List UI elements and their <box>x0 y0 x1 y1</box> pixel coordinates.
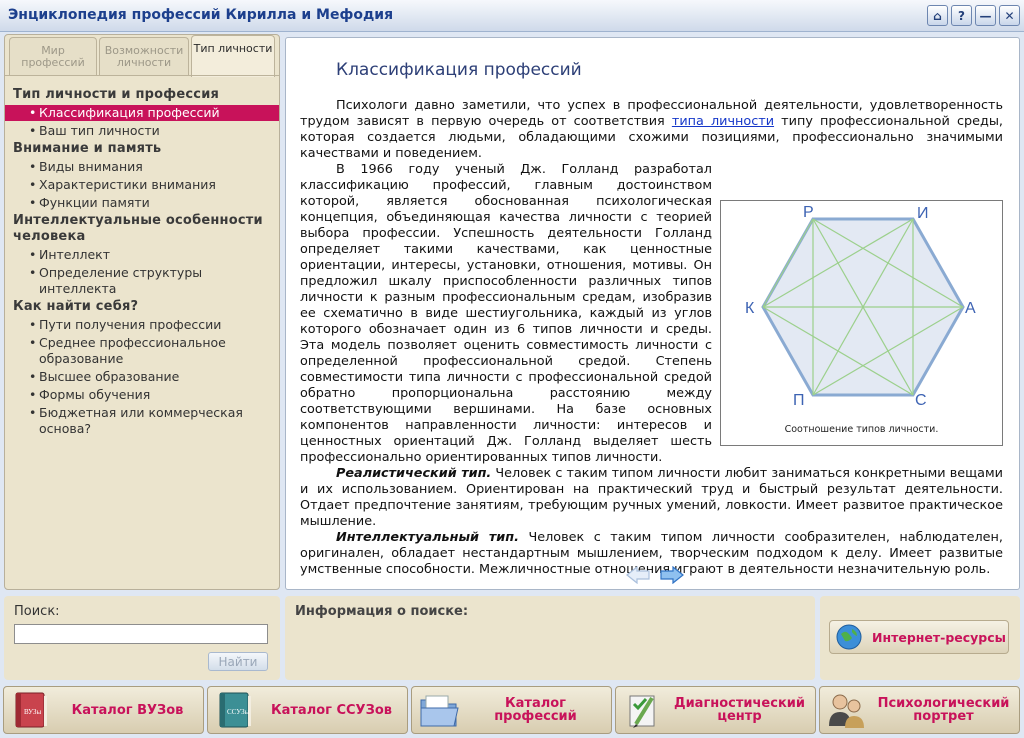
realistic-type-heading: Реалистический тип. <box>336 466 492 481</box>
psych-portrait-label: Психологический портрет <box>877 696 1010 724</box>
bottom-toolbar: ВУЗы Каталог ВУЗов ССУЗы Каталог ССУЗов … <box>0 684 1024 738</box>
personality-type-link[interactable]: типа личности <box>672 114 774 129</box>
arrow-right-icon[interactable] <box>660 566 684 584</box>
people-icon <box>829 694 864 728</box>
paragraph-1: Психологи давно заметили, что успех в пр… <box>300 98 1003 162</box>
search-info-title: Информация о поиске: <box>295 604 469 619</box>
minimize-button[interactable]: — <box>975 5 996 26</box>
book-red-icon: ВУЗы <box>15 692 47 728</box>
colleges-catalog-label: Каталог ССУЗов <box>271 702 392 718</box>
arrow-left-icon[interactable] <box>626 566 650 584</box>
colleges-catalog-button[interactable]: ССУЗы Каталог ССУЗов <box>207 686 408 734</box>
vertex-label-s: С <box>915 392 927 409</box>
internet-panel: Интернет-ресурсы <box>820 596 1020 680</box>
professions-catalog-button[interactable]: Каталог профессий <box>411 686 612 734</box>
internet-resources-label: Интернет-ресурсы <box>872 629 1006 645</box>
close-button[interactable]: ✕ <box>999 5 1020 26</box>
vertex-label-k: К <box>745 300 755 317</box>
nav-item-budget[interactable]: Бюджетная или коммерческая основа? <box>5 405 279 437</box>
globe-icon <box>836 624 862 650</box>
psych-portrait-button[interactable]: Психологический портрет <box>819 686 1020 734</box>
figure-caption: Соотношение типов личности. <box>784 424 939 435</box>
sidebar-tabs: Мир профессий Возможности личности Тип л… <box>5 35 279 77</box>
folder-icon <box>420 695 459 727</box>
nav-item-ways[interactable]: Пути получения профессии <box>5 317 279 333</box>
vertex-label-p: П <box>793 392 805 409</box>
home-button[interactable]: ⌂ <box>927 5 948 26</box>
page-navigation <box>626 566 684 584</box>
professions-catalog-label: Каталог профессий <box>494 696 577 724</box>
article-body: Психологи давно заметили, что успех в пр… <box>300 98 1003 578</box>
tab-professions-world[interactable]: Мир профессий <box>9 37 97 75</box>
nav-item-memory-functions[interactable]: Функции памяти <box>5 195 279 211</box>
tab-personality-abilities[interactable]: Возможности личности <box>99 37 189 75</box>
nav-item-intellect-structure[interactable]: Определение структуры интеллекта <box>5 265 279 297</box>
nav-group-attention: Внимание и память <box>13 141 162 156</box>
checklist-icon <box>629 695 655 728</box>
nav-group-find-yourself: Как найти себя? <box>13 299 139 314</box>
search-input[interactable] <box>14 624 268 644</box>
svg-text:ССУЗы: ССУЗы <box>227 708 250 716</box>
search-label: Поиск: <box>14 604 60 619</box>
diagnostic-center-button[interactable]: Диагностический центр <box>615 686 816 734</box>
search-button[interactable]: Найти <box>208 652 268 671</box>
nav-item-study-forms[interactable]: Формы обучения <box>5 387 279 403</box>
nav-item-secondary-edu[interactable]: Среднее профессиональное образование <box>5 335 279 367</box>
search-info-panel: Информация о поиске: <box>285 596 815 680</box>
content-panel: Классификация профессий Психологи давно … <box>285 37 1020 590</box>
window-controls: ⌂ ? — ✕ <box>927 5 1020 26</box>
tab-personality-type[interactable]: Тип личности <box>191 35 275 77</box>
vertex-label-i: И <box>917 205 929 222</box>
vertex-label-r: Р <box>803 204 814 221</box>
nav-item-intellect[interactable]: Интеллект <box>5 247 279 263</box>
universities-catalog-button[interactable]: ВУЗы Каталог ВУЗов <box>3 686 204 734</box>
tab-divider <box>5 75 279 76</box>
universities-catalog-label: Каталог ВУЗов <box>71 702 184 718</box>
search-panel: Поиск: Найти <box>4 596 280 680</box>
nav-item-attention-traits[interactable]: Характеристики внимания <box>5 177 279 193</box>
internet-resources-button[interactable]: Интернет-ресурсы <box>829 620 1009 654</box>
help-button[interactable]: ? <box>951 5 972 26</box>
holland-hexagon-figure: Р И К А П С Соотношение типов личности. <box>720 200 1003 446</box>
title-bar: Энциклопедия профессий Кирилла и Мефодия… <box>0 0 1024 32</box>
nav-group-intellect: Интеллектуальные особенности человека <box>13 213 263 244</box>
sidebar: Мир профессий Возможности личности Тип л… <box>4 34 280 590</box>
page-title: Классификация профессий <box>336 60 582 80</box>
diagnostic-center-label: Диагностический центр <box>673 696 805 724</box>
vertex-label-a: А <box>965 300 976 317</box>
intellectual-type-heading: Интеллектуальный тип. <box>336 530 519 545</box>
window-title: Энциклопедия профессий Кирилла и Мефодия <box>8 7 394 23</box>
nav-item-attention-types[interactable]: Виды внимания <box>5 159 279 175</box>
sidebar-nav: Тип личности и профессия Классификация п… <box>5 87 279 439</box>
hexagon-diagram: Р И К А П С <box>721 201 1002 421</box>
nav-item-your-type[interactable]: Ваш тип личности <box>5 123 279 139</box>
svg-text:ВУЗы: ВУЗы <box>24 708 41 716</box>
nav-item-classification[interactable]: Классификация профессий <box>5 105 279 121</box>
paragraph-3: Реалистический тип. Человек с таким типо… <box>300 466 1003 530</box>
book-teal-icon: ССУЗы <box>219 692 251 728</box>
nav-group-personality: Тип личности и профессия <box>13 87 220 102</box>
nav-item-higher-edu[interactable]: Высшее образование <box>5 369 279 385</box>
